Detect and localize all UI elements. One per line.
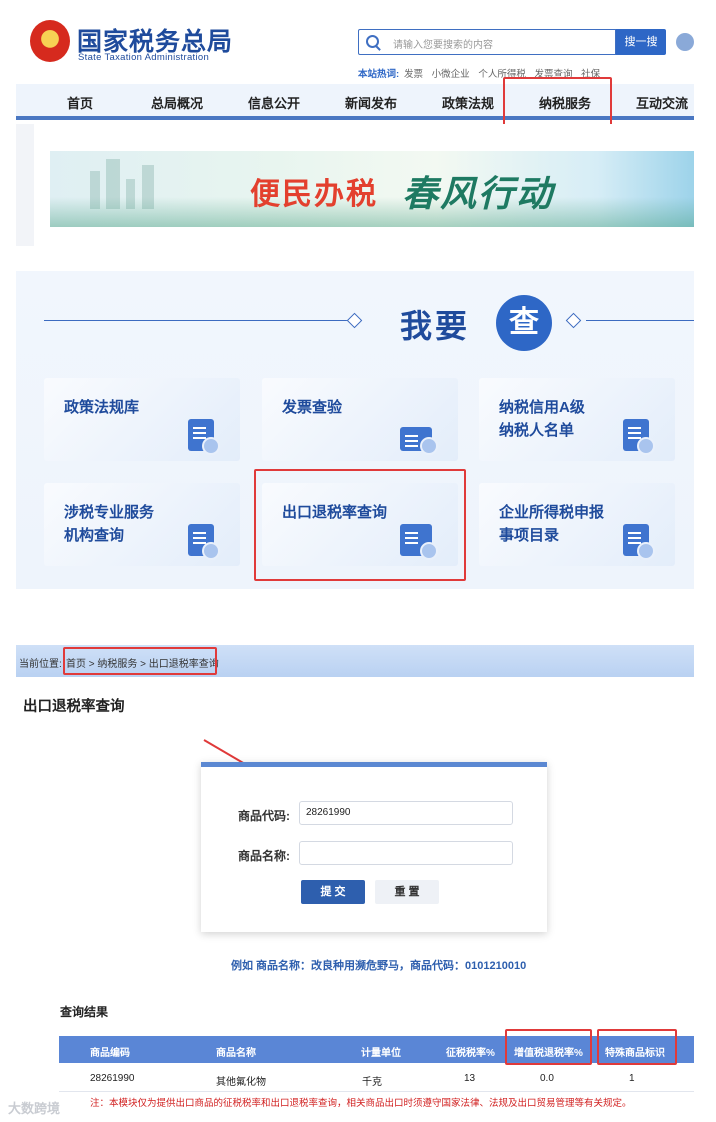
card-policy-library[interactable]: 政策法规库: [44, 378, 240, 461]
highlight-box-vat-rebate: [505, 1029, 592, 1065]
breadcrumb-label: 当前位置:: [19, 659, 62, 670]
section-divider-right: [586, 320, 694, 321]
card-label: 发票查验: [282, 399, 343, 416]
page-title: 出口退税率查询: [23, 699, 125, 715]
table-cell: 千克: [362, 1077, 382, 1088]
banner-text-1: 便民办税: [250, 177, 378, 212]
product-code-input[interactable]: 28261990: [299, 801, 513, 825]
card-label: 企业所得税申报 事项目录: [499, 504, 605, 544]
nav-item-interaction[interactable]: 互动交流: [636, 93, 688, 112]
search-button[interactable]: 搜一搜: [616, 29, 666, 55]
column-header: 计量单位: [361, 1048, 401, 1059]
banner-text-2: 春风行动: [402, 173, 555, 215]
card-income-tax-catalog[interactable]: 企业所得税申报 事项目录: [479, 483, 675, 566]
card-service-agency[interactable]: 涉税专业服务 机构查询: [44, 483, 240, 566]
search-placeholder: 请输入您要搜索的内容: [393, 40, 493, 51]
hot-words-label: 本站热词:: [358, 69, 400, 80]
highlight-box-breadcrumb: [63, 647, 217, 675]
national-emblem-logo: [30, 20, 70, 62]
search-icon: [366, 35, 379, 48]
hot-word-link[interactable]: 发票: [404, 69, 423, 80]
product-name-input[interactable]: [299, 841, 513, 865]
nav-item-home[interactable]: 首页: [67, 93, 93, 112]
highlight-box-tax-service: [503, 77, 612, 126]
globe-icon[interactable]: [676, 33, 694, 51]
table-cell: 28261990: [90, 1073, 135, 1084]
diamond-icon: [565, 312, 582, 329]
table-cell: 1: [629, 1073, 635, 1084]
submit-button[interactable]: 提 交: [301, 880, 365, 904]
clipboard-icon: [623, 419, 655, 455]
card-invoice-check[interactable]: 发票查验: [262, 378, 458, 461]
code-label: 商品代码:: [238, 809, 290, 823]
document-icon: [188, 419, 220, 455]
column-header: 商品名称: [216, 1048, 256, 1059]
example-hint: 例如 商品名称：改良种用濒危野马，商品代码：0101210010: [231, 960, 527, 972]
table-cell: 其他氟化物: [216, 1077, 266, 1088]
promo-banner[interactable]: 便民办税 春风行动: [50, 151, 694, 227]
highlight-box-special-flag: [597, 1029, 677, 1065]
list-icon: [188, 524, 220, 560]
card-label: 纳税信用A级 纳税人名单: [499, 399, 585, 439]
hot-word-link[interactable]: 小微企业: [432, 69, 470, 80]
table-cell: 13: [464, 1073, 476, 1084]
column-header: 征税税率%: [446, 1048, 495, 1059]
section-divider-left: [44, 320, 349, 321]
invoice-icon: [400, 427, 438, 455]
diamond-icon: [346, 312, 363, 329]
card-credit-a-list[interactable]: 纳税信用A级 纳税人名单: [479, 378, 675, 461]
query-form: 商品代码: 28261990 商品名称: 提 交 重 置: [201, 762, 547, 932]
page: 国家税务总局 State Taxation Administration 请输入…: [0, 0, 716, 1122]
nav-item-policy[interactable]: 政策法规: [442, 93, 494, 112]
card-label: 涉税专业服务 机构查询: [64, 504, 155, 544]
section-title-badge: 查: [496, 295, 552, 351]
nav-item-overview[interactable]: 总局概况: [151, 93, 203, 112]
column-header: 商品编码: [90, 1048, 130, 1059]
site-header: 国家税务总局 State Taxation Administration 请输入…: [16, 0, 694, 84]
results-title: 查询结果: [60, 1005, 109, 1019]
table-row-divider: [59, 1091, 694, 1092]
watermark-logo: 大数跨境: [8, 1101, 61, 1116]
checklist-icon: [623, 524, 655, 560]
card-label: 政策法规库: [64, 399, 140, 416]
nav-item-info[interactable]: 信息公开: [248, 93, 300, 112]
name-label: 商品名称:: [238, 849, 290, 863]
table-cell: 0.0: [540, 1073, 554, 1084]
reset-button[interactable]: 重 置: [375, 880, 439, 904]
highlight-box-export-rebate: [254, 469, 466, 581]
nav-item-news[interactable]: 新闻发布: [345, 93, 397, 112]
disclaimer-note: 注：本模块仅为提供出口商品的征税税率和出口退税率查询，相关商品出口时须遵守国家法…: [90, 1098, 632, 1109]
site-logo-subtitle: State Taxation Administration: [78, 52, 210, 63]
search-input[interactable]: 请输入您要搜索的内容: [358, 29, 616, 55]
section-title: 我要: [400, 308, 471, 344]
